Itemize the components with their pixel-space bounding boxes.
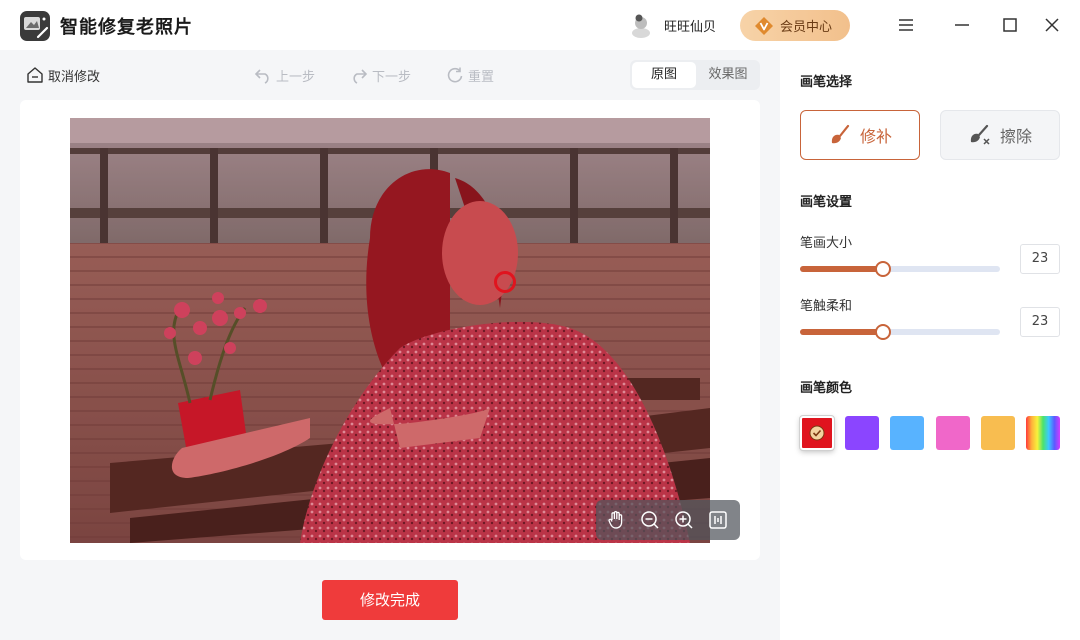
brush-select-title: 画笔选择 (800, 75, 853, 90)
check-icon (809, 425, 825, 441)
redo-icon (353, 69, 368, 84)
brush-cursor (494, 271, 516, 293)
minimize-icon[interactable] (952, 15, 972, 35)
home-back-icon (27, 67, 43, 83)
erase-brush-button[interactable]: 擦除 (940, 110, 1060, 160)
brush-settings-title: 画笔设置 (800, 195, 853, 210)
color-swatch-blue[interactable] (890, 416, 924, 450)
brush-softness-fill (800, 329, 883, 335)
undo-label: 上一步 (276, 69, 316, 85)
brush-size-value[interactable]: 23 (1020, 244, 1060, 274)
reset-label: 重置 (468, 69, 495, 85)
finish-edit-button[interactable]: 修改完成 (322, 580, 458, 620)
vip-badge-icon (755, 16, 773, 35)
photo-canvas[interactable] (70, 118, 710, 543)
color-swatch-custom[interactable] (1026, 416, 1060, 450)
color-swatch-yellow[interactable] (981, 416, 1015, 450)
close-icon[interactable] (1042, 15, 1062, 35)
title-bar: 智能修复老照片 旺旺仙贝 会员中心 (0, 0, 1080, 50)
color-swatch-red[interactable] (799, 415, 835, 451)
brush-softness-label: 笔触柔和 (800, 299, 853, 314)
app-logo-icon (20, 11, 50, 41)
brush-size-slider[interactable] (800, 261, 1000, 277)
brush-size-fill (800, 266, 883, 272)
cancel-edit-label: 取消修改 (48, 69, 101, 85)
undo-icon (254, 69, 269, 84)
cancel-edit-button[interactable]: 取消修改 (26, 64, 100, 86)
view-toggle: 原图 效果图 (630, 60, 760, 90)
zoom-in-icon[interactable] (674, 510, 694, 530)
tab-result[interactable]: 效果图 (698, 62, 758, 88)
color-swatch-pink[interactable] (936, 416, 970, 450)
brush-color-title: 画笔颜色 (800, 381, 853, 396)
app-title: 智能修复老照片 (60, 17, 193, 38)
brush-softness-slider[interactable] (800, 324, 1000, 340)
brush-softness-handle[interactable] (875, 324, 891, 340)
maximize-icon[interactable] (1000, 15, 1020, 35)
zoom-out-icon[interactable] (640, 510, 660, 530)
eraser-brush-icon (970, 124, 990, 145)
vip-center-button[interactable]: 会员中心 (740, 10, 850, 41)
menu-icon[interactable] (896, 15, 916, 35)
brush-icon (831, 124, 850, 144)
reset-button[interactable]: 重置 (446, 64, 494, 86)
tab-original[interactable]: 原图 (632, 62, 696, 88)
color-swatch-purple[interactable] (845, 416, 879, 450)
repair-brush-button[interactable]: 修补 (800, 110, 920, 160)
redo-button[interactable]: 下一步 (350, 64, 411, 86)
user-avatar-icon[interactable] (629, 12, 653, 38)
undo-button[interactable]: 上一步 (254, 64, 315, 86)
vip-center-label: 会员中心 (780, 20, 833, 35)
fit-screen-icon[interactable] (708, 510, 728, 530)
zoom-toolbar (596, 500, 740, 540)
user-name[interactable]: 旺旺仙贝 (664, 16, 716, 35)
hand-icon[interactable] (606, 510, 626, 530)
brush-softness-value[interactable]: 23 (1020, 307, 1060, 337)
repair-brush-label: 修补 (859, 127, 892, 146)
redo-label: 下一步 (372, 69, 412, 85)
brush-size-label: 笔画大小 (800, 236, 853, 251)
brush-size-handle[interactable] (875, 261, 891, 277)
erase-brush-label: 擦除 (999, 127, 1032, 146)
reset-icon (447, 67, 463, 83)
